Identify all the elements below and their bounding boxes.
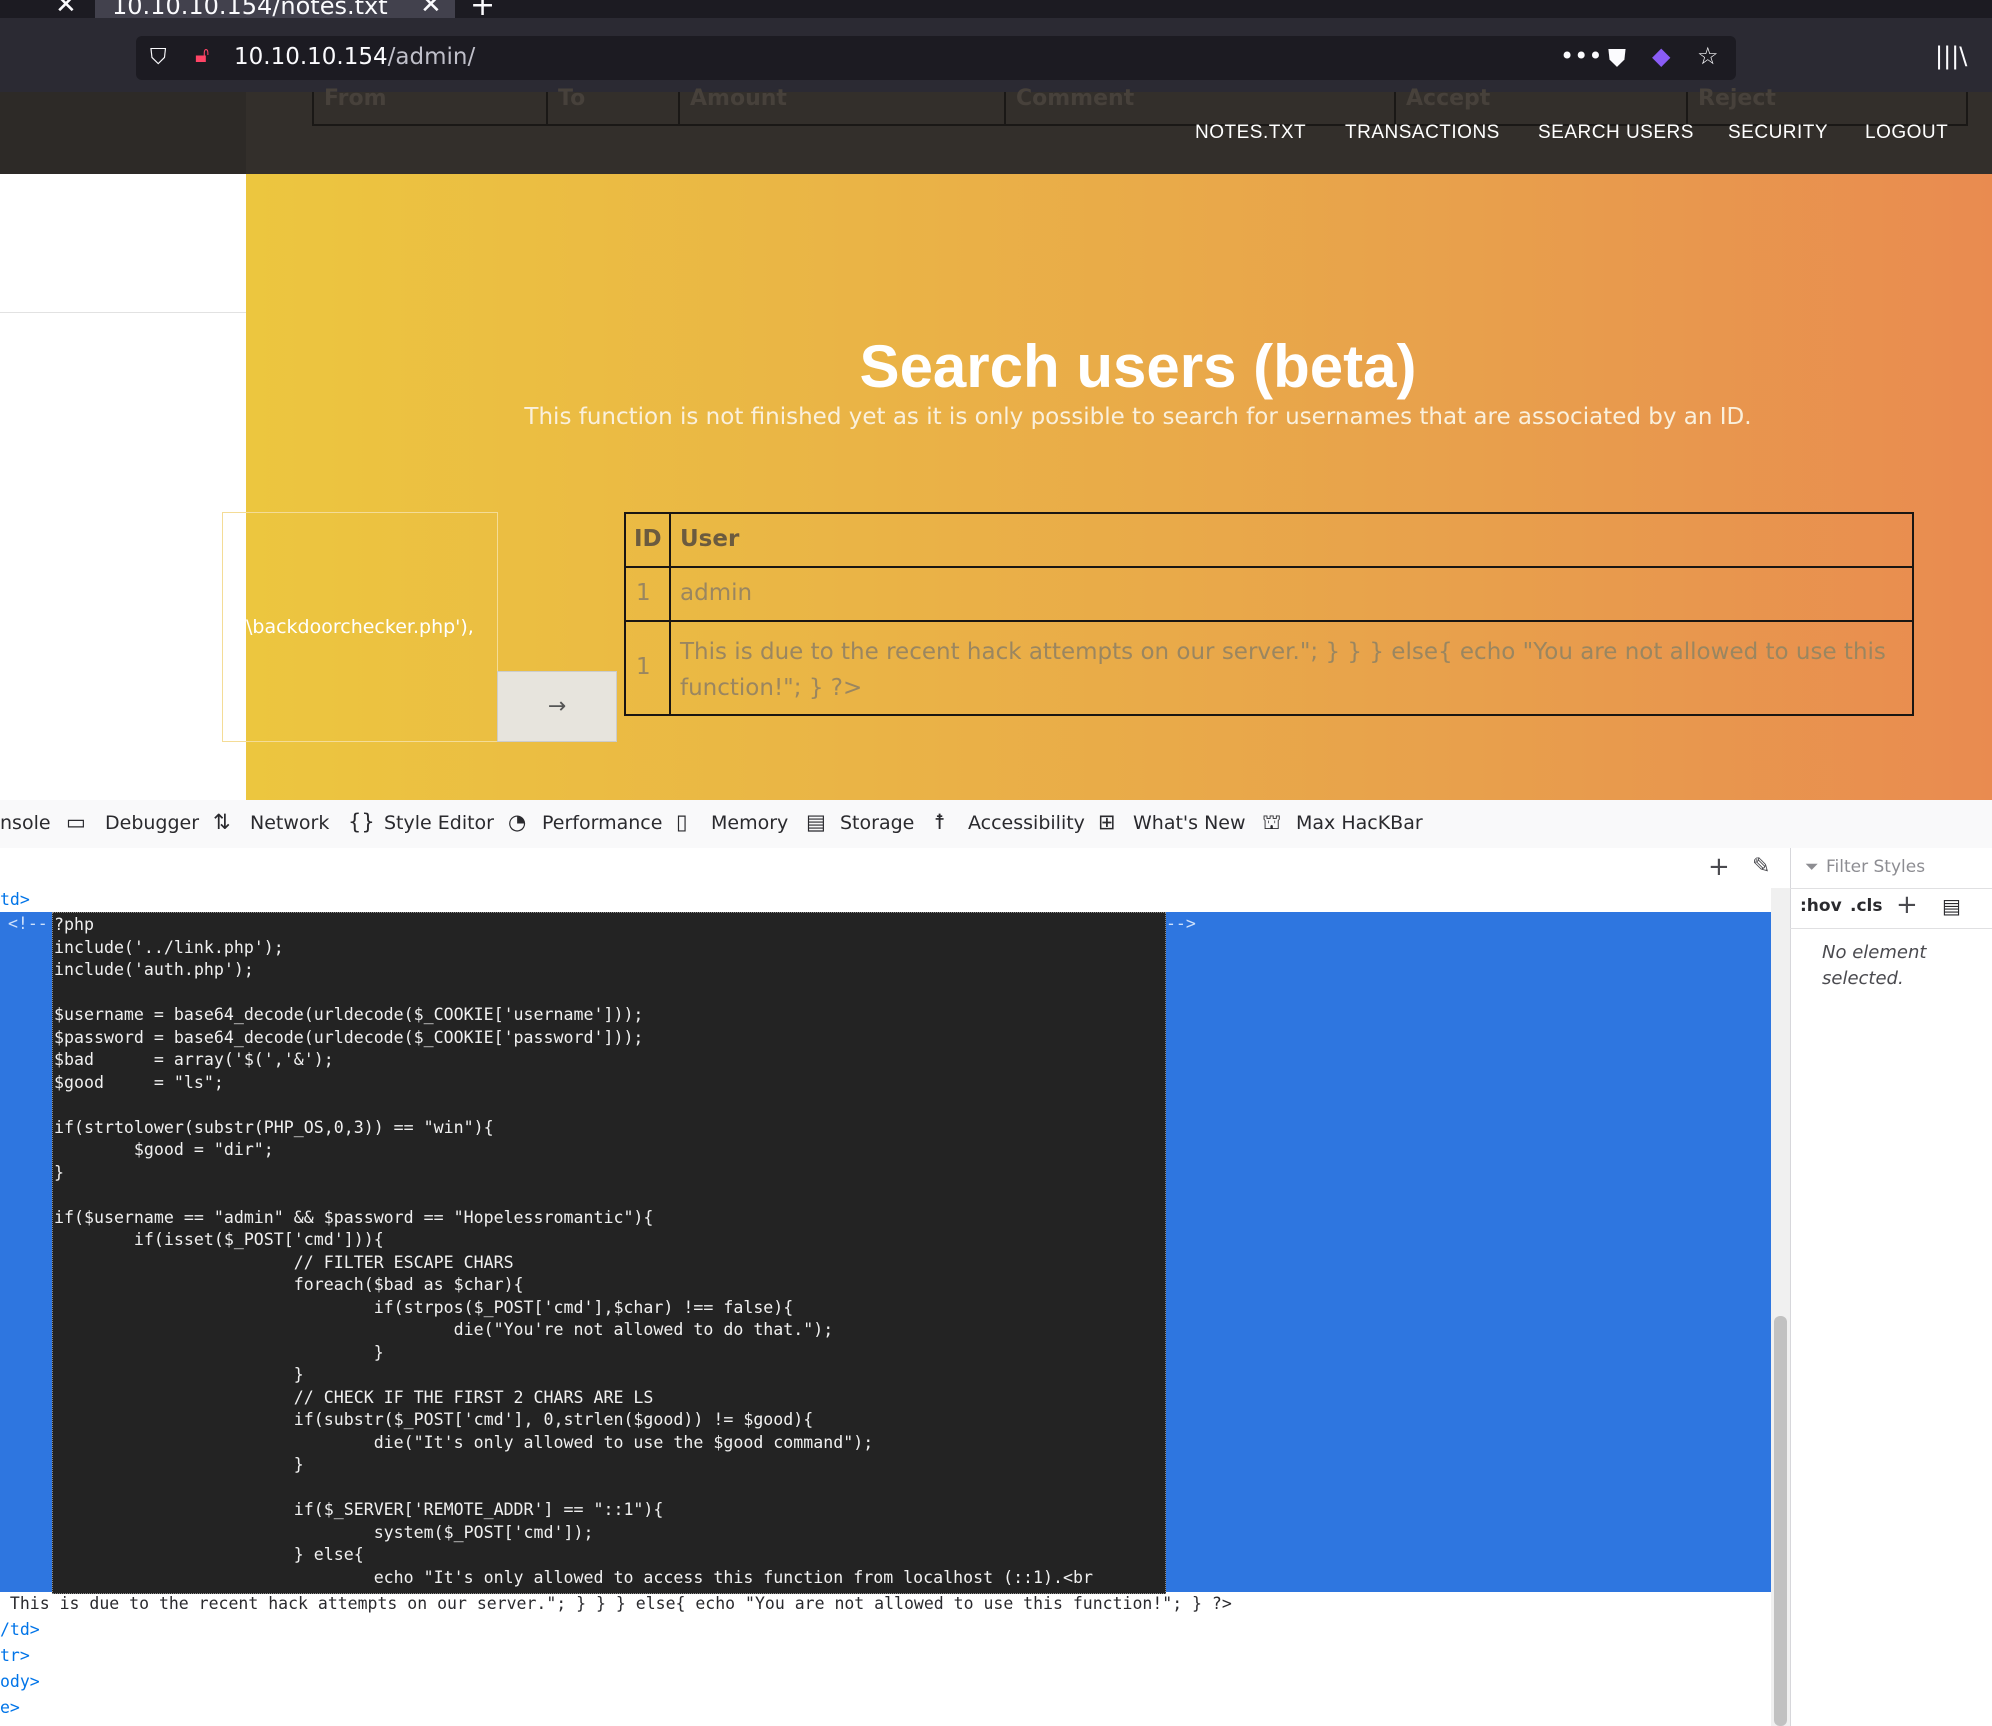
nav-security[interactable]: SECURITY xyxy=(1728,122,1828,144)
pocket-icon[interactable]: ⛊ xyxy=(1608,44,1626,72)
nav-search-users[interactable]: SEARCH USERS xyxy=(1538,122,1694,144)
library-icon[interactable]: |||\ xyxy=(1935,42,1967,70)
search-submit-button[interactable]: → xyxy=(497,671,617,742)
tab-max-hackbar[interactable]: Max HacKBar xyxy=(1296,812,1423,834)
gift-icon: ⊞ xyxy=(1098,810,1116,834)
print-media-icon[interactable]: ▤ xyxy=(1942,894,1961,918)
ghost-header-accept: Accept xyxy=(1406,86,1491,111)
extension-icon[interactable]: ◆ xyxy=(1652,42,1670,70)
markup-text-node[interactable]: This is due to the recent hack attempts … xyxy=(0,1594,1232,1613)
tab-whats-new[interactable]: What's New xyxy=(1133,812,1246,834)
debugger-icon: ▭ xyxy=(66,810,86,834)
ghost-header-comment: Comment xyxy=(1016,86,1135,111)
url-text[interactable]: 10.10.10.154/admin/ xyxy=(234,44,475,70)
markup-tbody-close[interactable]: ody> xyxy=(0,1672,40,1691)
url-path: /admin/ xyxy=(387,44,476,70)
tab-style-editor[interactable]: Style Editor xyxy=(384,812,494,834)
divider xyxy=(0,312,246,313)
page-subtitle: This function is not finished yet as it … xyxy=(524,404,1752,430)
network-icon: ⇅ xyxy=(213,810,231,834)
add-node-icon[interactable]: + xyxy=(1708,852,1730,882)
memory-icon: ▯ xyxy=(676,810,688,834)
markup-td-open[interactable]: td> xyxy=(0,890,30,909)
nav-notes-txt[interactable]: NOTES.TXT xyxy=(1195,122,1306,144)
users-table: ID User 1 admin 1 This is due to the rec… xyxy=(624,512,1914,716)
markup-table-close[interactable]: e> xyxy=(0,1698,20,1717)
page-title: Search users (beta) xyxy=(859,333,1417,400)
markup-td-close[interactable]: /td> xyxy=(0,1620,40,1639)
comment-close: --> xyxy=(1166,914,1196,933)
insecure-lock-icon[interactable]: 🔓︎ xyxy=(195,43,209,68)
eyedropper-icon[interactable]: ✎ xyxy=(1752,854,1770,879)
url-host: 10.10.10.154 xyxy=(234,44,388,70)
tab-accessibility[interactable]: Accessibility xyxy=(968,812,1085,834)
filter-styles-input[interactable]: Filter Styles xyxy=(1826,857,1925,877)
no-element-message: No element selected. xyxy=(1822,942,1927,989)
table-cell-user: admin xyxy=(680,580,753,606)
column-divider xyxy=(669,514,671,714)
close-tab-icon[interactable]: ✕ xyxy=(420,0,442,20)
markup-tr-close[interactable]: tr> xyxy=(0,1646,30,1665)
nav-transactions[interactable]: TRANSACTIONS xyxy=(1345,122,1500,144)
markup-td-tag: td> xyxy=(0,890,30,909)
hackbar-icon: ⛫ xyxy=(1262,810,1282,834)
php-source-code: ?php include('../link.php'); include('au… xyxy=(54,915,1093,1587)
tab-performance[interactable]: Performance xyxy=(542,812,662,834)
comment-open: <!-- xyxy=(8,914,48,933)
ghost-header-to: To xyxy=(558,86,586,111)
tab-title[interactable]: 10.10.10.154/notes.txt xyxy=(112,0,388,20)
row-divider xyxy=(626,620,1912,622)
tab-network[interactable]: Network xyxy=(250,812,329,834)
style-editor-icon: {} xyxy=(348,810,375,834)
ghost-header-amount: Amount xyxy=(690,86,787,111)
ghost-header-reject: Reject xyxy=(1698,86,1776,111)
more-actions-icon[interactable]: ••• xyxy=(1560,42,1602,70)
table-cell-user: This is due to the recent hack attempts … xyxy=(680,639,1886,701)
tab-console[interactable]: nsole xyxy=(0,812,51,834)
left-blank-area xyxy=(0,174,246,800)
inspector-toolbar xyxy=(0,848,1790,889)
accessibility-icon: ☨ xyxy=(934,810,946,834)
shield-icon[interactable]: ⛉ xyxy=(150,45,167,70)
table-cell-id: 1 xyxy=(636,580,651,606)
performance-icon: ◔ xyxy=(508,810,527,834)
close-tab-icon[interactable]: ✕ xyxy=(55,0,77,20)
hov-toggle[interactable]: :hov xyxy=(1800,896,1842,916)
ghost-header-from: From xyxy=(324,86,387,111)
nav-logout[interactable]: LOGOUT xyxy=(1865,122,1948,144)
table-header-user: User xyxy=(680,526,740,552)
cls-toggle[interactable]: .cls xyxy=(1850,896,1882,916)
tab-storage[interactable]: Storage xyxy=(840,812,914,834)
storage-icon: ▤ xyxy=(806,810,826,834)
table-header-id: ID xyxy=(634,526,662,552)
tab-debugger[interactable]: Debugger xyxy=(105,812,199,834)
search-input-value: \backdoorchecker.php'), xyxy=(246,616,474,638)
scrollbar-thumb[interactable] xyxy=(1774,1316,1787,1726)
transactions-table-bleed: From To Amount Comment Accept Reject xyxy=(312,86,1968,126)
add-rule-icon[interactable]: + xyxy=(1896,890,1918,920)
table-cell-id: 1 xyxy=(636,654,651,680)
bookmark-star-icon[interactable]: ☆ xyxy=(1697,42,1719,70)
filter-icon: ⏷ xyxy=(1805,857,1819,877)
row-divider xyxy=(626,566,1912,568)
tab-memory[interactable]: Memory xyxy=(711,812,788,834)
